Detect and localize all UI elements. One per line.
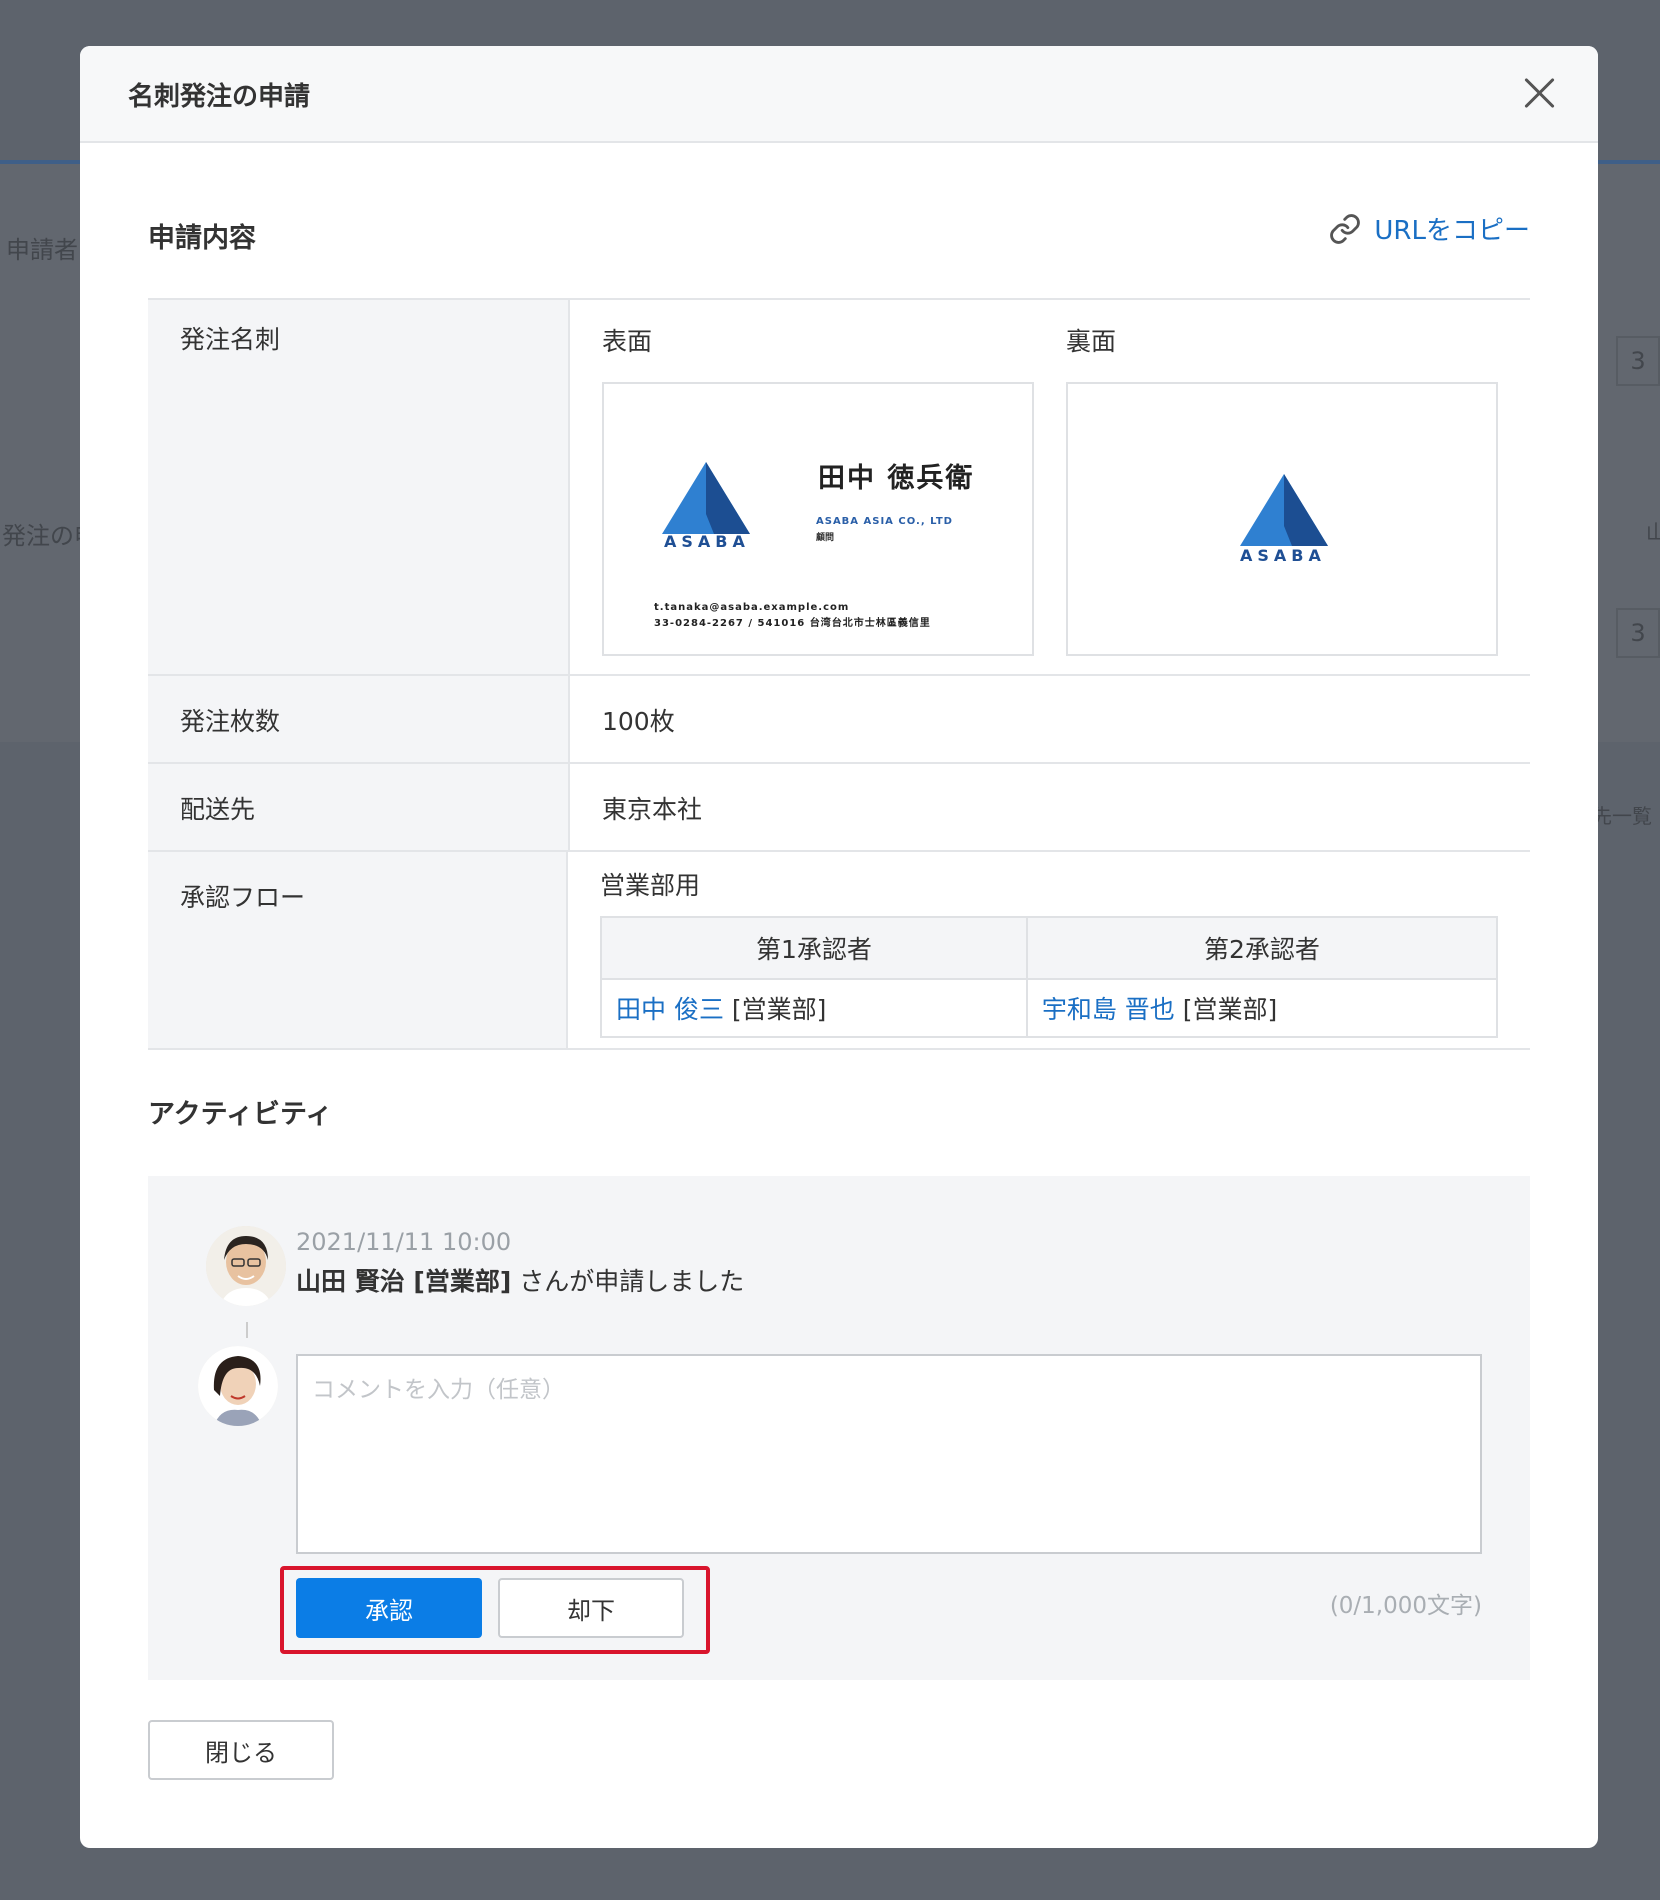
modal-header: 名刺発注の申請: [80, 46, 1598, 143]
first-approver-cell: 田中 俊三 [営業部]: [600, 978, 1028, 1038]
card-front-role: 顧問: [816, 533, 835, 543]
card-front-address: 33-0284-2267 / 541016 台湾台北市士林區義信里: [654, 618, 931, 629]
activity-action: さんが申請しました: [511, 1267, 745, 1296]
activity-panel: 2021/11/11 10:00 山田 賢治 [営業部] さんが申請しました 承…: [148, 1176, 1530, 1680]
card-front-company: ASABA ASIA CO., LTD: [816, 516, 953, 527]
detail-row-destination: 配送先 東京本社: [148, 764, 1530, 852]
front-label: 表面: [602, 327, 653, 356]
reject-button[interactable]: 却下: [498, 1578, 684, 1638]
card-front-brand: ASABA: [664, 532, 750, 551]
detail-row-quantity: 発注枚数 100枚: [148, 676, 1530, 764]
second-approver-link[interactable]: 宇和島 晋也: [1042, 995, 1175, 1024]
request-detail-table: 発注名刺 表面 ASABA 田中 徳兵衛 ASABA ASIA CO., LTD: [148, 298, 1530, 1050]
quantity-label: 発注枚数: [148, 676, 570, 762]
destination-label: 配送先: [148, 764, 570, 850]
background-list-label: 先一覧: [1592, 804, 1652, 828]
card-front-contact: t.tanaka@asaba.example.com 33-0284-2267 …: [654, 600, 931, 632]
flow-header-second: 第2承認者: [1025, 916, 1499, 980]
background-edge-text: 山: [1646, 520, 1660, 544]
close-button[interactable]: 閉じる: [148, 1720, 334, 1780]
thread-line: [246, 1322, 248, 1338]
copy-url-label: URLをコピー: [1374, 216, 1530, 246]
current-user-avatar: [198, 1346, 278, 1426]
request-section-title: 申請内容: [148, 223, 256, 254]
detail-row-card: 発注名刺 表面 ASABA 田中 徳兵衛 ASABA ASIA CO., LTD: [148, 300, 1530, 676]
modal-title: 名刺発注の申請: [128, 82, 311, 112]
back-label: 裏面: [1066, 327, 1117, 356]
detail-row-flow: 承認フロー 営業部用 第1承認者 第2承認者 田中 俊三 [営業部] 宇和島 晋…: [148, 852, 1530, 1050]
flow-label: 承認フロー: [148, 852, 568, 1048]
applicant-avatar: [206, 1226, 286, 1306]
background-page-button: 3: [1616, 608, 1660, 658]
first-approver-dept: [営業部]: [731, 995, 827, 1024]
asaba-logo-icon: [1240, 474, 1328, 546]
card-cell: 表面 ASABA 田中 徳兵衛 ASABA ASIA CO., LTD 顧問 t…: [570, 300, 1530, 674]
activity-timestamp: 2021/11/11 10:00: [296, 1228, 512, 1256]
link-icon: [1330, 213, 1361, 244]
activity-message: 山田 賢治 [営業部] さんが申請しました: [296, 1262, 744, 1298]
asaba-logo-icon: [662, 462, 750, 534]
quantity-value: 100枚: [602, 707, 675, 736]
card-back-brand: ASABA: [1240, 546, 1326, 565]
first-approver-link[interactable]: 田中 俊三: [616, 995, 724, 1024]
activity-section-title: アクティビティ: [148, 1099, 333, 1130]
copy-url-link[interactable]: URLをコピー: [1328, 210, 1530, 247]
comment-input[interactable]: [296, 1354, 1482, 1554]
char-counter: (0/1,000文字): [1329, 1593, 1482, 1619]
flow-name: 営業部用: [600, 871, 701, 900]
card-front-name: 田中 徳兵衛: [818, 463, 975, 494]
second-approver-cell: 宇和島 晋也 [営業部]: [1025, 978, 1499, 1038]
background-applicant-label: 申請者: [6, 236, 78, 264]
background-page-button: 3: [1616, 336, 1660, 386]
activity-actor: 山田 賢治 [営業部]: [296, 1267, 512, 1296]
card-back-preview[interactable]: ASABA: [1066, 382, 1498, 656]
order-request-modal: 名刺発注の申請 申請内容 URLをコピー 発注名刺 表面 ASABA 田中 徳兵…: [80, 46, 1598, 1848]
destination-value: 東京本社: [602, 795, 703, 824]
card-front-preview[interactable]: ASABA 田中 徳兵衛 ASABA ASIA CO., LTD 顧問 t.ta…: [602, 382, 1034, 656]
card-label: 発注名刺: [148, 300, 570, 674]
card-front-email: t.tanaka@asaba.example.com: [654, 602, 850, 613]
flow-cell: 営業部用 第1承認者 第2承認者 田中 俊三 [営業部] 宇和島 晋也 [営業部…: [568, 852, 1530, 1048]
approve-button[interactable]: 承認: [296, 1578, 482, 1638]
flow-header-first: 第1承認者: [600, 916, 1028, 980]
approval-flow-table: 第1承認者 第2承認者 田中 俊三 [営業部] 宇和島 晋也 [営業部]: [600, 916, 1499, 1038]
second-approver-dept: [営業部]: [1182, 995, 1278, 1024]
close-icon[interactable]: [1520, 72, 1560, 112]
